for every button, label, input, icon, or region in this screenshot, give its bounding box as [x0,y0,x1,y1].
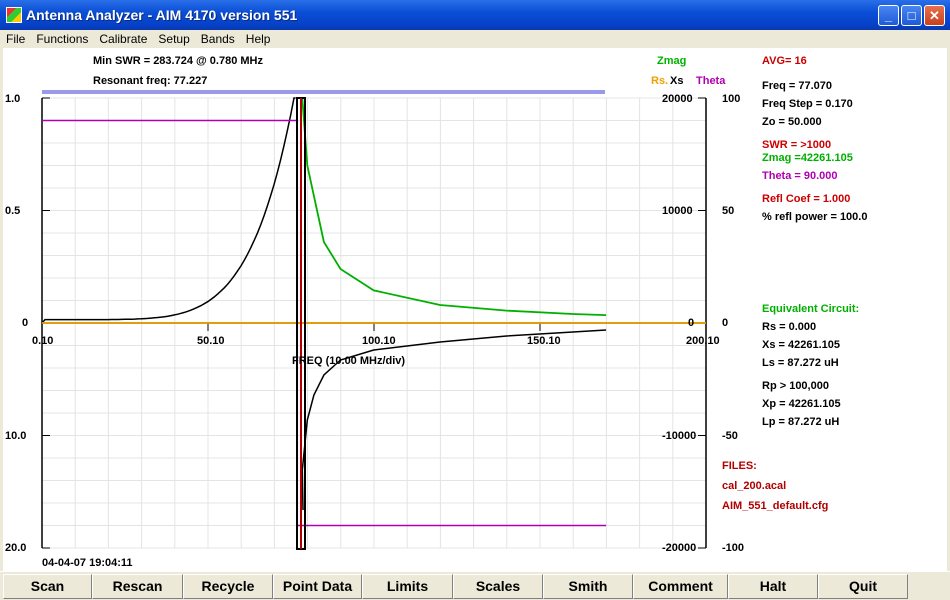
quit-button[interactable]: Quit [818,574,908,599]
x-tick-200: 200.10 [686,335,720,347]
files-title: FILES: [722,460,757,472]
scales-button[interactable]: Scales [453,574,543,599]
cal-file: cal_200.acal [722,480,787,492]
zmag-readout: Zmag =42261.105 [762,152,853,164]
timestamp: 04-04-07 19:04:11 [42,557,133,569]
refl-coef-readout: Refl Coef = 1.000 [762,193,851,205]
left-tick-10: 10.0 [5,430,27,442]
zmag-curve [301,97,607,316]
legend-rs: Rs. [651,75,669,87]
equiv-rs: Rs = 0.000 [762,321,817,333]
comment-button[interactable]: Comment [633,574,728,599]
equiv-xp: Xp = 42261.105 [762,398,841,410]
theta-readout: Theta = 90.000 [762,170,838,182]
x-tick-50: 50.10 [197,335,225,347]
equiv-lp: Lp = 87.272 uH [762,416,840,428]
right-tick-50: 50 [722,205,735,217]
mid-tick-10000: 10000 [662,205,693,217]
button-bar: Scan Rescan Recycle Point Data Limits Sc… [0,572,950,600]
right-tick-m100: -100 [722,542,745,554]
equiv-rp: Rp > 100,000 [762,380,829,392]
right-tick-0: 0 [722,317,729,329]
freq-step-readout: Freq Step = 0.170 [762,98,853,110]
equiv-ls: Ls = 87.272 uH [762,357,839,369]
point-data-button[interactable]: Point Data [273,574,362,599]
halt-button[interactable]: Halt [728,574,818,599]
mid-tick-20000: 20000 [662,93,693,105]
rescan-button[interactable]: Rescan [92,574,183,599]
smith-button[interactable]: Smith [543,574,633,599]
x-axis-label: FREQ (10.00 MHz/div) [292,355,406,367]
swr-readout: SWR = >1000 [762,139,832,151]
refl-power-readout: % refl power = 100.0 [762,211,868,223]
mid-tick-m20000: -20000 [662,542,697,554]
limits-button[interactable]: Limits [362,574,453,599]
right-tick-100: 100 [722,93,741,105]
right-tick-m50: -50 [722,430,738,442]
x-tick-150: 150.10 [527,335,561,347]
legend-xs: Xs [670,75,684,87]
left-tick-05: 0.5 [5,205,21,217]
left-tick-1: 1.0 [5,93,21,105]
equiv-xs: Xs = 42261.105 [762,339,840,351]
mid-tick-m10000: -10000 [662,430,697,442]
legend-zmag: Zmag [657,55,687,67]
x-tick-100: 100.10 [362,335,396,347]
equiv-circuit-title: Equivalent Circuit: [762,303,860,315]
recycle-button[interactable]: Recycle [183,574,273,599]
cfg-file: AIM_551_default.cfg [722,500,829,512]
x-tick-0: 0.10 [32,335,54,347]
min-swr-label: Min SWR = 283.724 @ 0.780 MHz [93,55,263,67]
scan-button[interactable]: Scan [3,574,92,599]
resonant-freq-label: Resonant freq: 77.227 [93,75,208,87]
zo-readout: Zo = 50.000 [762,116,822,128]
mid-tick-0: 0 [688,317,695,329]
avg-readout: AVG= 16 [762,55,807,67]
left-tick-20: 20.0 [5,542,27,554]
legend-theta: Theta [696,75,726,87]
left-tick-0: 0 [22,317,29,329]
freq-readout: Freq = 77.070 [762,80,833,92]
